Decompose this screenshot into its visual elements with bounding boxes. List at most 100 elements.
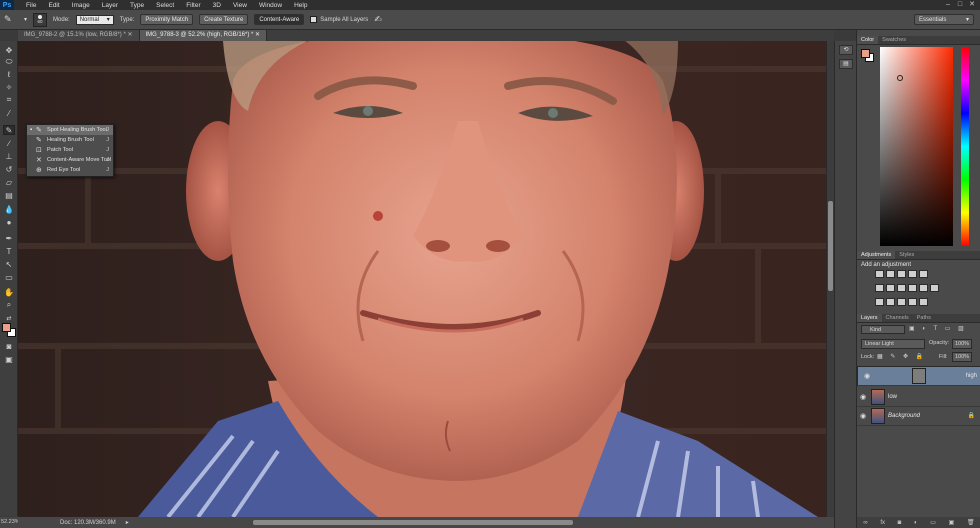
horizontal-scroll-thumb[interactable] — [253, 520, 573, 525]
close-icon[interactable]: ✕ — [127, 32, 132, 38]
brush-preset-picker[interactable]: 60 — [33, 12, 48, 27]
color-lookup-icon[interactable] — [930, 284, 939, 292]
screen-mode-icon[interactable]: ▣ — [3, 354, 15, 364]
chevron-down-icon[interactable]: ▾ — [24, 16, 27, 23]
group-icon[interactable]: ▭ — [930, 519, 936, 526]
eraser-tool-icon[interactable]: ▱ — [3, 177, 15, 187]
vibrance-icon[interactable] — [919, 270, 928, 278]
lock-icons[interactable]: ▦ ✎ ✥ 🔒 — [877, 353, 926, 360]
selective-color-icon[interactable] — [919, 298, 928, 306]
opacity-input[interactable]: 100% — [952, 339, 972, 349]
tab-color[interactable]: Color — [857, 36, 879, 44]
swap-colors-icon[interactable]: ⇄ — [3, 313, 15, 323]
content-aware-button[interactable]: Content-Aware — [254, 14, 305, 25]
channel-mixer-icon[interactable] — [919, 284, 928, 292]
tab-layers[interactable]: Layers — [857, 314, 882, 322]
threshold-icon[interactable] — [897, 298, 906, 306]
tab-channels[interactable]: Channels — [882, 314, 913, 322]
brightness-icon[interactable] — [875, 270, 884, 278]
clone-stamp-tool-icon[interactable]: ⊥ — [3, 151, 15, 161]
menu-edit[interactable]: Edit — [42, 2, 65, 9]
layer-row-background[interactable]: ◉ Background 🔒 — [857, 406, 980, 426]
vertical-scrollbar[interactable] — [826, 41, 834, 517]
black-white-icon[interactable] — [897, 284, 906, 292]
history-brush-tool-icon[interactable]: ↺ — [3, 164, 15, 174]
blur-tool-icon[interactable]: 💧 — [3, 204, 15, 214]
link-icon[interactable]: ∞ — [863, 520, 867, 526]
color-balance-icon[interactable] — [886, 284, 895, 292]
spot-healing-brush-icon[interactable]: ✎ — [4, 14, 18, 25]
foreground-color-swatch[interactable] — [2, 323, 11, 332]
trash-icon[interactable]: 🗑 — [967, 519, 975, 526]
shape-tool-icon[interactable]: ▭ — [3, 272, 15, 282]
brush-tool-icon[interactable]: ∕ — [3, 138, 15, 148]
fg-swatch[interactable] — [861, 49, 870, 58]
tab-document-2[interactable]: IMG_9788-3 @ 52.2% (high, RGB/16*) * ✕ — [139, 30, 268, 41]
tab-styles[interactable]: Styles — [895, 251, 918, 259]
chevron-right-icon[interactable]: ▸ — [126, 519, 129, 526]
sample-all-layers-checkbox[interactable]: Sample All Layers — [310, 16, 368, 23]
hand-tool-icon[interactable]: ✋ — [3, 287, 15, 297]
layer-row-high[interactable]: ◉ high — [857, 366, 980, 386]
type-tool-icon[interactable]: T — [3, 246, 15, 256]
menu-layer[interactable]: Layer — [96, 2, 124, 9]
gradient-map-icon[interactable] — [908, 298, 917, 306]
crop-tool-icon[interactable]: ⌗ — [3, 95, 15, 105]
history-panel-icon[interactable]: ⟲ — [839, 45, 853, 55]
gradient-tool-icon[interactable]: ▤ — [3, 190, 15, 200]
quick-select-tool-icon[interactable]: ✧ — [3, 82, 15, 92]
scroll-thumb[interactable] — [828, 201, 833, 291]
workspace-select[interactable]: Essentials ▾ — [914, 14, 974, 25]
menu-window[interactable]: Window — [253, 2, 288, 9]
photo-filter-icon[interactable] — [908, 284, 917, 292]
tab-adjustments[interactable]: Adjustments — [857, 251, 896, 259]
marquee-tool-icon[interactable]: ⬭ — [3, 57, 15, 67]
flyout-item-red-eye[interactable]: ⊕ Red Eye Tool J — [27, 165, 113, 175]
quick-mask-icon[interactable]: ◙ — [3, 341, 15, 351]
properties-panel-icon[interactable]: ▤ — [839, 59, 853, 69]
invert-icon[interactable] — [875, 298, 884, 306]
proximity-match-button[interactable]: Proximity Match — [140, 14, 194, 25]
layer-row-low[interactable]: ◉ low — [857, 387, 980, 407]
pressure-icon[interactable]: ✍ — [374, 14, 382, 25]
close-icon[interactable]: ✕ — [966, 0, 978, 10]
menu-type[interactable]: Type — [124, 2, 150, 9]
eye-icon[interactable]: ◉ — [857, 393, 869, 401]
curves-icon[interactable] — [897, 270, 906, 278]
layer-filter-kind[interactable]: Kind — [861, 325, 905, 334]
mode-select[interactable]: Normal ▾ — [75, 14, 114, 25]
eye-icon[interactable]: ◉ — [861, 372, 873, 380]
create-texture-button[interactable]: Create Texture — [199, 14, 249, 25]
maximize-icon[interactable]: □ — [954, 0, 966, 10]
menu-file[interactable]: File — [20, 2, 42, 9]
hue-slider[interactable] — [961, 47, 969, 246]
path-select-tool-icon[interactable]: ↖ — [3, 259, 15, 269]
move-tool-icon[interactable]: ✥ — [3, 45, 15, 55]
flyout-item-spot-healing-brush[interactable]: ▪ ✎ Spot Healing Brush Tool J — [27, 125, 113, 135]
adjustment-layer-icon[interactable]: ◐ — [914, 520, 918, 526]
dodge-tool-icon[interactable]: ● — [3, 217, 15, 227]
eyedropper-tool-icon[interactable]: ⁄ — [3, 108, 15, 118]
posterize-icon[interactable] — [886, 298, 895, 306]
exposure-icon[interactable] — [908, 270, 917, 278]
menu-select[interactable]: Select — [150, 2, 180, 9]
mask-icon[interactable]: ◙ — [898, 520, 902, 526]
menu-3d[interactable]: 3D — [207, 2, 227, 9]
minimize-icon[interactable]: – — [942, 0, 954, 10]
close-icon[interactable]: ✕ — [255, 32, 260, 38]
flyout-item-content-aware-move[interactable]: ✕ Content-Aware Move Tool J — [27, 155, 113, 165]
flyout-item-healing-brush[interactable]: ✎ Healing Brush Tool J — [27, 135, 113, 145]
document-canvas[interactable] — [18, 41, 826, 517]
menu-image[interactable]: Image — [66, 2, 96, 9]
zoom-tool-icon[interactable]: ⌕ — [3, 300, 15, 310]
menu-view[interactable]: View — [227, 2, 253, 9]
blend-mode-select[interactable]: Linear Light — [861, 339, 925, 349]
flyout-item-patch[interactable]: ⊡ Patch Tool J — [27, 145, 113, 155]
eye-icon[interactable]: ◉ — [857, 412, 869, 420]
tab-swatches[interactable]: Swatches — [878, 36, 910, 44]
zoom-level[interactable]: 52.23% — [0, 517, 20, 528]
menu-help[interactable]: Help — [288, 2, 313, 9]
tab-paths[interactable]: Paths — [913, 314, 935, 322]
lasso-tool-icon[interactable]: ℓ — [3, 69, 15, 79]
new-layer-icon[interactable]: ▣ — [949, 519, 955, 526]
